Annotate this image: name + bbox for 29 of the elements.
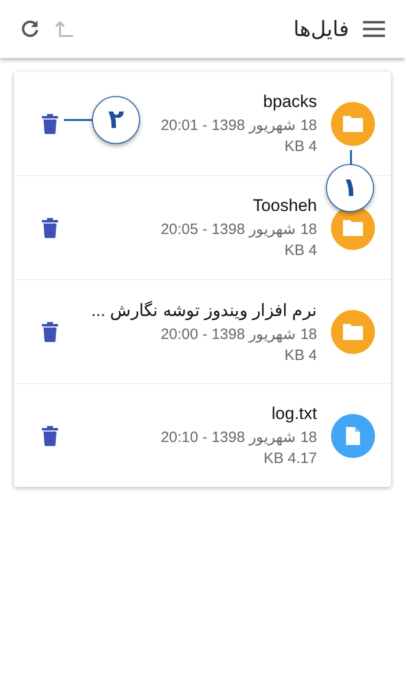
file-size: 4 KB xyxy=(284,346,317,364)
delete-button[interactable] xyxy=(42,218,58,238)
trash-icon xyxy=(42,114,58,134)
document-icon xyxy=(345,426,361,446)
trash-icon xyxy=(42,322,58,342)
file-name: bpacks xyxy=(263,92,317,112)
leader-line xyxy=(64,119,93,120)
file-date: 18 شهریور 1398 - 20:10 xyxy=(160,428,317,446)
file-date: 18 شهریور 1398 - 20:00 xyxy=(160,324,317,342)
delete-button[interactable] xyxy=(42,114,58,134)
leader-line xyxy=(350,150,352,165)
file-name: log.txt xyxy=(272,404,317,424)
delete-button[interactable] xyxy=(42,322,58,342)
folder-icon xyxy=(342,322,364,340)
file-size: 4 KB xyxy=(284,242,317,259)
trash-icon xyxy=(42,218,58,238)
file-date: 18 شهریور 1398 - 20:01 xyxy=(160,116,317,134)
folder-icon xyxy=(342,114,364,132)
file-date: 18 شهریور 1398 - 20:05 xyxy=(160,220,317,238)
file-name: Toosheh xyxy=(252,196,317,216)
folder-icon xyxy=(342,218,364,236)
app-title: فایل‌ها xyxy=(292,17,349,41)
menu-icon[interactable] xyxy=(363,21,385,37)
delete-button[interactable] xyxy=(42,426,58,446)
file-size: 4.17 KB xyxy=(264,450,317,467)
refresh-icon[interactable] xyxy=(20,19,40,39)
trash-icon xyxy=(42,426,58,446)
file-name: نرم افزار ویندوز توشه نگارش ... xyxy=(91,300,317,320)
file-size: 4 KB xyxy=(284,138,317,155)
